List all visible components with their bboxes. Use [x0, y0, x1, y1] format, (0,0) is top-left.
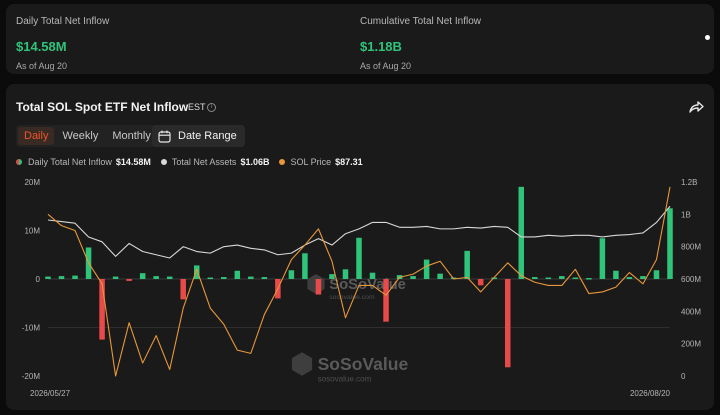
- left-axis-tick: -10M: [22, 324, 41, 333]
- inflow-bar: [572, 277, 579, 280]
- inflow-bar: [356, 237, 362, 279]
- date-range-label: Date Range: [178, 130, 237, 142]
- inflow-bar: [626, 277, 633, 279]
- legend-label: SOL Price: [290, 157, 332, 167]
- inflow-bar: [383, 279, 389, 322]
- tab-weekly[interactable]: Weekly: [56, 127, 104, 145]
- inflow-bar: [234, 270, 241, 279]
- inflow-bar: [423, 259, 430, 279]
- left-axis-tick: 20M: [24, 178, 40, 187]
- legend-swatch-net-assets: [160, 159, 167, 165]
- right-axis-tick: 800M: [681, 243, 701, 252]
- inflow-bar: [667, 208, 673, 279]
- inflow-bar: [180, 279, 186, 300]
- cumulative-inflow-stat: Cumulative Total Net Inflow $1.18B As of…: [360, 16, 481, 71]
- inflow-bar: [72, 275, 78, 279]
- legend-label: Daily Total Net Inflow: [28, 157, 112, 167]
- legend-label: Total Net Assets: [171, 157, 237, 167]
- interval-tabs: Daily Weekly Monthly: [16, 125, 159, 147]
- legend-value: $1.06B: [240, 157, 270, 167]
- inflow-bar: [139, 273, 146, 279]
- right-axis-tick: 600M: [681, 275, 701, 284]
- right-axis-tick: 200M: [681, 340, 701, 349]
- inflow-bar: [112, 276, 119, 279]
- share-icon[interactable]: [688, 100, 704, 114]
- right-axis-tick: 400M: [681, 307, 701, 316]
- inflow-bar: [369, 272, 376, 279]
- legend-swatch-daily-inflow: [16, 159, 22, 165]
- x-axis-start-label: 2026/05/27: [30, 389, 71, 398]
- left-axis-tick: 0: [36, 275, 41, 284]
- inflow-bar: [315, 279, 322, 295]
- chart-card: 20M 10M 0 -10M -20M 1.2B 1B 800M 600M 400M 200M 0 So…: [6, 84, 714, 410]
- watermark-brand: SoSoValue: [318, 354, 409, 374]
- legend-item-sol-price[interactable]: SOL Price $87.31: [279, 157, 363, 167]
- inflow-bar: [302, 253, 308, 279]
- info-icon[interactable]: i: [207, 103, 216, 112]
- inflow-bar: [504, 279, 511, 368]
- tab-monthly[interactable]: Monthly: [106, 127, 157, 145]
- legend-swatch-sol-price: [279, 159, 286, 165]
- inflow-bar: [545, 277, 552, 280]
- right-axis-tick: 1.2B: [681, 178, 697, 187]
- inflow-bar: [329, 274, 335, 279]
- right-axis-tick: 1B: [681, 210, 691, 219]
- date-range-button[interactable]: Date Range: [152, 125, 245, 147]
- inflow-bar: [464, 250, 470, 279]
- legend-value: $87.31: [335, 157, 363, 167]
- chart-title: Total SOL Spot ETF Net Inflow: [16, 100, 189, 114]
- left-axis-tick: 10M: [24, 227, 40, 236]
- inflow-bar: [437, 273, 443, 279]
- summary-card: Daily Total Net Inflow $14.58M As of Aug…: [6, 4, 714, 74]
- watermark-site: sosovalue.com: [318, 375, 372, 384]
- inflow-bar: [477, 279, 484, 286]
- inflow-bar: [288, 270, 295, 279]
- watermark-logo: SoSoValuesosovalue.com: [291, 352, 409, 384]
- left-axis-tick: -20M: [22, 372, 41, 381]
- inflow-bar: [126, 279, 132, 281]
- inflow-bar: [518, 186, 525, 279]
- legend-item-daily-inflow[interactable]: Daily Total Net Inflow $14.58M: [16, 157, 151, 167]
- cumulative-inflow-label: Cumulative Total Net Inflow: [360, 16, 481, 27]
- daily-inflow-date: As of Aug 20: [16, 61, 68, 71]
- inflow-bar: [261, 277, 268, 279]
- inflow-bar: [586, 278, 592, 280]
- inflow-bar: [248, 276, 254, 279]
- pager-dot[interactable]: [705, 35, 710, 40]
- tab-daily[interactable]: Daily: [18, 127, 55, 145]
- legend-value: $14.58M: [115, 157, 151, 167]
- inflow-bar: [613, 270, 619, 279]
- inflow-bar: [193, 265, 200, 279]
- right-axis-tick: 0: [681, 372, 686, 381]
- inflow-bar: [599, 238, 606, 279]
- inflow-bar: [532, 277, 538, 279]
- inflow-bar: [99, 279, 105, 340]
- x-axis-end-label: 2026/08/20: [630, 389, 671, 398]
- legend-item-net-assets[interactable]: Total Net Assets $1.06B: [160, 157, 270, 167]
- cumulative-inflow-value: $1.18B: [360, 39, 402, 54]
- daily-inflow-label: Daily Total Net Inflow: [16, 16, 110, 27]
- inflow-bar: [342, 269, 349, 279]
- inflow-bar: [221, 277, 227, 279]
- watermark-site: sosovalue.com: [329, 294, 375, 301]
- inflow-bar: [45, 276, 51, 279]
- inflow-bar: [58, 276, 65, 279]
- inflow-bar: [640, 276, 646, 279]
- inflow-bar: [153, 276, 159, 279]
- timezone-label: EST: [188, 102, 206, 112]
- calendar-icon: [158, 130, 171, 143]
- daily-inflow-stat: Daily Total Net Inflow $14.58M As of Aug…: [16, 16, 109, 71]
- inflow-bar: [166, 276, 173, 279]
- inflow-bar: [207, 277, 214, 280]
- chart-legend: Daily Total Net Inflow $14.58M Total Net…: [16, 157, 373, 167]
- cumulative-inflow-date: As of Aug 20: [360, 61, 412, 71]
- daily-inflow-value: $14.58M: [16, 39, 67, 54]
- inflow-bar: [653, 270, 660, 279]
- inflow-bar: [410, 276, 416, 279]
- inflow-bar: [559, 276, 565, 279]
